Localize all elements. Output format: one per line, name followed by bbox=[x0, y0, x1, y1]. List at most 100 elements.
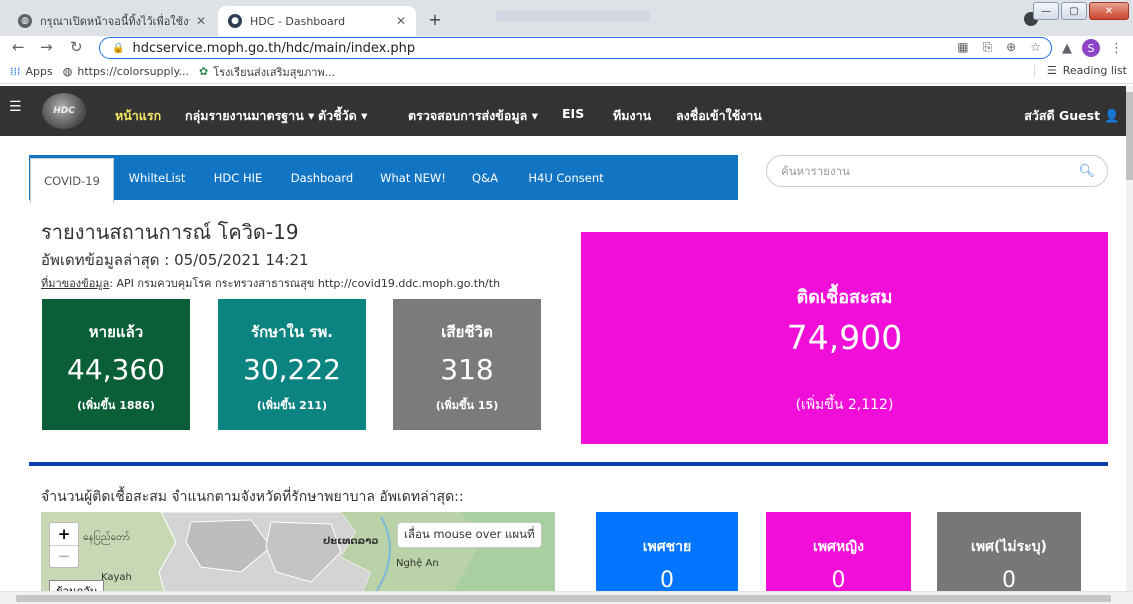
report-search: 🔍︎ bbox=[766, 155, 1108, 187]
omnibox-actions: ▦ ⎘ ⊕ ☆ bbox=[957, 40, 1041, 55]
apps-grid-icon: ⁞⁞⁞ bbox=[10, 65, 21, 78]
card-delta: (เพิ่มขึ้น 211) bbox=[256, 399, 328, 412]
address-bar[interactable]: 🔒 hdcservice.moph.go.th/hdc/main/index.p… bbox=[99, 37, 1052, 59]
horizontal-scrollbar[interactable] bbox=[0, 591, 1133, 604]
female-card: เพศหญิง 0 bbox=[766, 512, 911, 597]
menu-kebab-icon[interactable]: ⋮ bbox=[1110, 41, 1123, 56]
browser-toolbar: ← → ↻ 🔒 hdcservice.moph.go.th/hdc/main/i… bbox=[0, 36, 1133, 60]
tab-hdc-hie[interactable]: HDC HIE bbox=[207, 155, 269, 200]
user-greeting[interactable]: สวัสดี Guest 👤 bbox=[1024, 106, 1120, 126]
browser-tab-active[interactable]: ● HDC - Dashboard ✕ bbox=[218, 6, 416, 36]
hamburger-menu-icon[interactable]: ☰ bbox=[9, 99, 22, 115]
tab-h4u-consent[interactable]: H4U Consent bbox=[521, 155, 611, 200]
card-delta: (เพิ่มขึ้น 15) bbox=[435, 399, 499, 412]
bookmark-star-icon[interactable]: ☆ bbox=[1030, 40, 1041, 55]
card-value: 44,360 bbox=[67, 353, 165, 386]
lab-flask-icon[interactable]: ▲ bbox=[1062, 41, 1072, 56]
reload-icon[interactable]: ↻ bbox=[70, 38, 83, 56]
search-icon[interactable]: 🔍︎ bbox=[1078, 164, 1095, 179]
back-arrow-icon[interactable]: ← bbox=[12, 38, 25, 56]
page-tabs: COVID-19 WhilteList HDC HIE Dashboard Wh… bbox=[29, 155, 738, 203]
tab-qa[interactable]: Q&A bbox=[467, 155, 503, 200]
card-value: 318 bbox=[440, 353, 494, 386]
lock-icon: 🔒 bbox=[112, 42, 125, 54]
browser-tab-bar: ◍ กรุณาเปิดหน้าจอนี้ทิ้งไว้เพื่อใช้งาน I… bbox=[0, 0, 1133, 36]
map-label: Kayah bbox=[101, 572, 132, 583]
close-window-icon[interactable]: ✕ bbox=[1089, 2, 1129, 20]
section-divider bbox=[29, 462, 1108, 466]
page-title: รายงานสถานการณ์ โควิด-19 bbox=[41, 220, 299, 244]
tab-whitelist[interactable]: WhilteList bbox=[121, 155, 193, 200]
map-label: ປະເທດລາວ bbox=[323, 536, 379, 547]
nav-data-check[interactable]: ตรวจสอบการส่งข้อมูล ▾ bbox=[408, 106, 538, 126]
toolbar-right: ▲ S ⋮ bbox=[1062, 39, 1123, 57]
map-hint: เลื่อน mouse over แผนที่ bbox=[397, 522, 542, 548]
card-label: เพศชาย bbox=[642, 539, 692, 555]
vertical-scroll-thumb[interactable] bbox=[1126, 92, 1133, 180]
browser-tab[interactable]: ◍ กรุณาเปิดหน้าจอนี้ทิ้งไว้เพื่อใช้งาน I… bbox=[8, 6, 216, 36]
province-map[interactable]: နေပြည်တော် ປະເທດລາວ Nghệ An Kayah + − ย้… bbox=[41, 512, 555, 597]
card-delta: (เพิ่มขึ้น 1886) bbox=[77, 399, 155, 412]
close-tab-icon[interactable]: ✕ bbox=[196, 14, 206, 28]
bookmark-apps[interactable]: ⁞⁞⁞ Apps bbox=[10, 65, 53, 78]
greeting-text: สวัสดี Guest bbox=[1024, 108, 1101, 123]
card-value: 0 bbox=[1002, 568, 1016, 593]
nav-indicators[interactable]: ตัวชี้วัด ▾ bbox=[318, 106, 367, 126]
zoom-icon[interactable]: ⊕ bbox=[1006, 40, 1016, 55]
bookmark-label: โรงเรียนส่งเสริมสุขภาพ... bbox=[213, 65, 336, 79]
bookmark-school[interactable]: ✿ โรงเรียนส่งเสริมสุขภาพ... bbox=[199, 63, 335, 81]
profile-avatar[interactable]: S bbox=[1082, 39, 1100, 57]
search-input[interactable] bbox=[779, 163, 1079, 179]
map-label: နေပြည်တော် bbox=[83, 532, 130, 543]
tab-covid-19[interactable]: COVID-19 bbox=[30, 158, 114, 203]
card-value: 0 bbox=[660, 568, 674, 593]
hdc-logo[interactable]: HDC bbox=[42, 93, 86, 129]
reading-list-button[interactable]: ☰ Reading list bbox=[1033, 64, 1127, 77]
globe-icon: ◍ bbox=[18, 14, 32, 28]
translate-icon[interactable]: ⎘ bbox=[983, 40, 993, 55]
browser-tab-title: กรุณาเปิดหน้าจอนี้ทิ้งไว้เพื่อใช้งาน Int… bbox=[40, 15, 190, 28]
zoom-out-button[interactable]: − bbox=[50, 546, 78, 568]
data-source-text: : API กรมควบคุมโรค กระทรวงสาธารณสุข http… bbox=[109, 277, 501, 290]
card-label: เพศ(ไม่ระบุ) bbox=[971, 539, 1047, 555]
tab-dashboard[interactable]: Dashboard bbox=[287, 155, 357, 200]
nav-standard-reports[interactable]: กลุ่มรายงานมาตรฐาน ▾ bbox=[185, 106, 314, 126]
nav-home[interactable]: หน้าแรก bbox=[115, 106, 161, 126]
nav-login[interactable]: ลงชื่อเข้าใช้งาน bbox=[676, 106, 762, 126]
map-label: Nghệ An bbox=[396, 558, 439, 569]
data-source-label: ที่มาของข้อมูล bbox=[41, 277, 110, 290]
school-icon: ✿ bbox=[199, 65, 209, 78]
data-source: ที่มาของข้อมูล: API กรมควบคุมโรค กระทรวง… bbox=[41, 274, 500, 292]
forward-arrow-icon[interactable]: → bbox=[40, 38, 53, 56]
last-updated: อัพเดทข้อมูลล่าสุด : 05/05/2021 14:21 bbox=[41, 251, 309, 269]
bookmark-colorsupply[interactable]: ◍ https://colorsupply... bbox=[63, 65, 189, 78]
reading-list-label: Reading list bbox=[1062, 64, 1127, 77]
horizontal-scroll-thumb[interactable] bbox=[16, 595, 1111, 602]
nav-eis[interactable]: EIS bbox=[562, 106, 584, 121]
hospitalized-card: รักษาใน รพ. 30,222 (เพิ่มขึ้น 211) bbox=[218, 299, 366, 430]
new-tab-button[interactable]: + bbox=[424, 8, 446, 30]
card-value: 74,900 bbox=[786, 318, 903, 357]
map-zoom-control: + − bbox=[49, 522, 79, 568]
card-label: เสียชีวิต bbox=[441, 323, 493, 341]
tab-whats-new[interactable]: What NEW! bbox=[377, 155, 449, 200]
total-infected-card: ติดเชื้อสะสม 74,900 (เพิ่มขึ้น 2,112) bbox=[581, 232, 1108, 444]
user-icon: 👤 bbox=[1104, 108, 1120, 123]
hdc-favicon-icon: ● bbox=[228, 14, 242, 28]
maximize-icon[interactable]: ▢ bbox=[1061, 2, 1087, 20]
card-label: เพศหญิง bbox=[813, 539, 864, 555]
qr-code-icon[interactable]: ▦ bbox=[957, 40, 968, 55]
recovered-card: หายแล้ว 44,360 (เพิ่มขึ้น 1886) bbox=[42, 299, 190, 430]
male-card: เพศชาย 0 bbox=[596, 512, 738, 597]
zoom-in-button[interactable]: + bbox=[50, 523, 78, 546]
close-tab-icon[interactable]: ✕ bbox=[396, 14, 406, 28]
card-label: ติดเชื้อสะสม bbox=[796, 287, 893, 308]
unspecified-gender-card: เพศ(ไม่ระบุ) 0 bbox=[937, 512, 1081, 597]
card-value: 0 bbox=[831, 568, 846, 593]
nav-team[interactable]: ทีมงาน bbox=[613, 106, 651, 126]
card-label: หายแล้ว bbox=[88, 323, 144, 341]
bookmark-label: https://colorsupply... bbox=[77, 65, 190, 78]
minimize-icon[interactable]: — bbox=[1033, 2, 1059, 20]
site-navbar: ☰ HDC หน้าแรก กลุ่มรายงานมาตรฐาน ▾ ตัวชี… bbox=[0, 86, 1126, 136]
province-section-heading: จำนวนผู้ติดเชื้อสะสม จำแนกตามจังหวัดที่ร… bbox=[41, 489, 464, 505]
